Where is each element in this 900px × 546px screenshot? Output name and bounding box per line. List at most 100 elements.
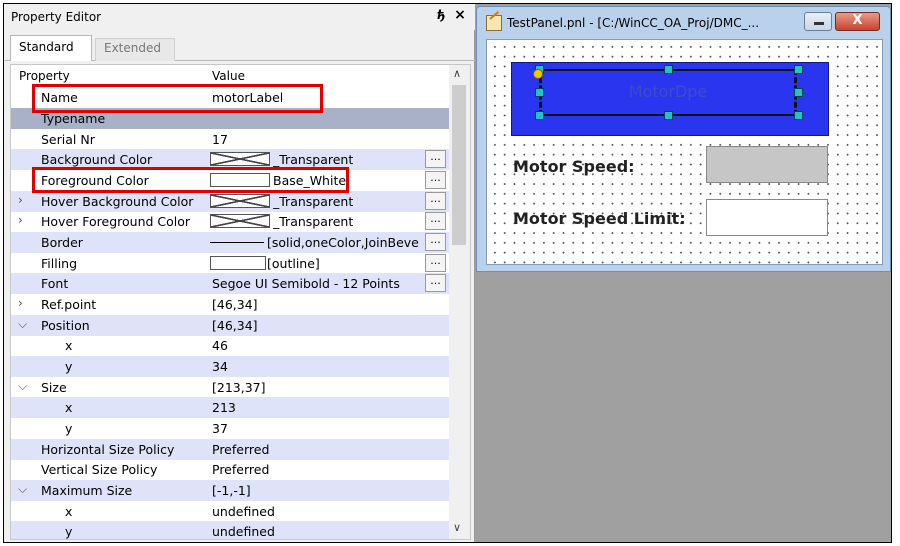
property-row-name[interactable]: Name motorLabel: [11, 87, 449, 108]
property-value[interactable]: undefined: [212, 524, 275, 539]
column-header-value[interactable]: Value: [212, 69, 245, 83]
property-row-background-color[interactable]: Background Color _Transparent ...: [11, 149, 449, 170]
property-row-foreground-color[interactable]: Foreground Color Base_White ...: [11, 170, 449, 191]
panel-titlebar[interactable]: TestPanel.pnl - [C:/WinCC_OA_Proj/DMC_..…: [477, 7, 890, 39]
property-row-position-x[interactable]: x 46: [11, 335, 449, 356]
ellipsis-button[interactable]: ...: [425, 192, 446, 210]
property-name: y: [65, 421, 73, 436]
property-row-hover-background-color[interactable]: › Hover Background Color _Transparent ..…: [11, 191, 449, 212]
ellipsis-button[interactable]: ...: [425, 254, 446, 272]
property-value[interactable]: Preferred: [212, 442, 269, 457]
property-row-ref-point[interactable]: › Ref.point [46,34]: [11, 294, 449, 315]
property-name: Horizontal Size Policy: [41, 442, 175, 457]
property-name: Size: [41, 380, 67, 395]
chevron-down-icon[interactable]: ⌵: [18, 379, 27, 394]
property-name: Position: [41, 318, 90, 333]
ellipsis-button[interactable]: ...: [425, 233, 446, 251]
ellipsis-button[interactable]: ...: [425, 212, 446, 230]
property-name: Hover Foreground Color: [41, 214, 191, 229]
chevron-up-icon[interactable]: ∧: [453, 67, 461, 80]
property-name: x: [65, 400, 73, 415]
property-name: Font: [41, 276, 69, 291]
chevron-down-icon[interactable]: ∨: [453, 521, 461, 534]
property-value[interactable]: _Transparent: [273, 214, 353, 229]
ellipsis-button[interactable]: ...: [425, 274, 446, 292]
property-name: Serial Nr: [41, 132, 95, 147]
property-name: x: [65, 504, 73, 519]
property-row-maximum-size[interactable]: ⌵ Maximum Size [-1,-1]: [11, 480, 449, 501]
property-value[interactable]: 213: [212, 400, 236, 415]
ellipsis-button[interactable]: ...: [425, 150, 446, 168]
property-value[interactable]: Preferred: [212, 462, 269, 477]
resize-handle-left[interactable]: [535, 88, 544, 97]
resize-handle-top[interactable]: [664, 65, 673, 74]
resize-handle-bottom[interactable]: [664, 111, 673, 120]
property-row-maximum-size-x[interactable]: x undefined: [11, 501, 449, 522]
motor-label-background[interactable]: MotorDpe: [511, 62, 829, 136]
property-value[interactable]: 46: [212, 338, 228, 353]
property-row-serial-nr[interactable]: Serial Nr 17: [11, 129, 449, 150]
border-line-preview: [210, 242, 264, 243]
ref-point-anchor-icon[interactable]: [533, 69, 543, 79]
property-row-hover-foreground-color[interactable]: › Hover Foreground Color _Transparent ..…: [11, 211, 449, 232]
property-value[interactable]: Segoe UI Semibold - 12 Points: [212, 276, 400, 291]
chevron-down-icon[interactable]: ⌵: [18, 482, 27, 497]
chevron-right-icon[interactable]: ›: [18, 213, 23, 227]
resize-handle-right[interactable]: [794, 88, 803, 97]
chevron-right-icon[interactable]: ›: [18, 296, 23, 310]
chevron-right-icon[interactable]: ›: [18, 193, 23, 207]
window-close-button[interactable]: X: [835, 12, 880, 31]
property-value[interactable]: _Transparent: [273, 194, 353, 209]
transparent-swatch: [210, 214, 270, 228]
vertical-scrollbar[interactable]: ∧ ∨: [449, 65, 470, 539]
property-name: Vertical Size Policy: [41, 462, 158, 477]
motor-speed-field[interactable]: [706, 146, 828, 183]
property-row-horizontal-size-policy[interactable]: Horizontal Size Policy Preferred: [11, 439, 449, 460]
property-value[interactable]: 34: [212, 359, 228, 374]
property-value[interactable]: [213,37]: [212, 380, 266, 395]
chevron-down-icon[interactable]: ⌵: [18, 317, 27, 332]
property-value[interactable]: [46,34]: [212, 297, 258, 312]
resize-handle-top-right[interactable]: [794, 65, 803, 74]
property-value[interactable]: [solid,oneColor,JoinBeve: [267, 235, 423, 250]
scrollbar-thumb[interactable]: [452, 85, 466, 245]
tab-standard[interactable]: Standard: [10, 35, 92, 61]
motor-speed-label[interactable]: Motor Speed:: [513, 157, 635, 176]
panel-canvas[interactable]: MotorDpe Motor Speed: Motor Speed Limit:: [486, 39, 883, 265]
filling-swatch: [210, 256, 266, 270]
resize-handle-bottom-right[interactable]: [794, 111, 803, 120]
property-name: Background Color: [41, 152, 153, 167]
resize-handle-bottom-left[interactable]: [535, 111, 544, 120]
property-row-maximum-size-y[interactable]: y undefined: [11, 521, 449, 539]
property-value[interactable]: motorLabel: [212, 90, 283, 105]
tab-extended[interactable]: Extended: [95, 38, 175, 61]
property-row-typename[interactable]: Typename: [11, 108, 449, 129]
property-row-border[interactable]: Border [solid,oneColor,JoinBeve ...: [11, 232, 449, 253]
property-row-filling[interactable]: Filling [outline] ...: [11, 253, 449, 274]
property-value[interactable]: _Transparent: [273, 152, 353, 167]
ellipsis-button[interactable]: ...: [425, 171, 446, 189]
property-value[interactable]: 37: [212, 421, 228, 436]
motor-speed-limit-label[interactable]: Motor Speed Limit:: [513, 209, 686, 228]
float-icon[interactable]: ђ: [434, 8, 448, 24]
close-icon[interactable]: ×: [452, 7, 468, 23]
panel-window: TestPanel.pnl - [C:/WinCC_OA_Proj/DMC_..…: [476, 6, 891, 272]
transparent-swatch: [210, 194, 270, 208]
property-row-position[interactable]: ⌵ Position [46,34]: [11, 315, 449, 336]
property-value[interactable]: [outline]: [267, 256, 320, 271]
property-row-font[interactable]: Font Segoe UI Semibold - 12 Points ...: [11, 273, 449, 294]
property-value[interactable]: [-1,-1]: [212, 483, 251, 498]
minimize-button[interactable]: [804, 12, 832, 31]
motor-speed-limit-field[interactable]: [706, 199, 828, 236]
property-value[interactable]: undefined: [212, 504, 275, 519]
property-value[interactable]: [46,34]: [212, 318, 258, 333]
property-row-size-y[interactable]: y 37: [11, 418, 449, 439]
tab-bar: Standard Extended: [4, 30, 475, 61]
motor-label-widget[interactable]: MotorDpe: [539, 69, 797, 116]
property-row-size[interactable]: ⌵ Size [213,37]: [11, 377, 449, 398]
property-row-size-x[interactable]: x 213: [11, 397, 449, 418]
property-row-vertical-size-policy[interactable]: Vertical Size Policy Preferred: [11, 459, 449, 480]
column-header-property[interactable]: Property: [19, 69, 70, 83]
property-row-position-y[interactable]: y 34: [11, 356, 449, 377]
property-value[interactable]: Base_White: [273, 173, 346, 188]
